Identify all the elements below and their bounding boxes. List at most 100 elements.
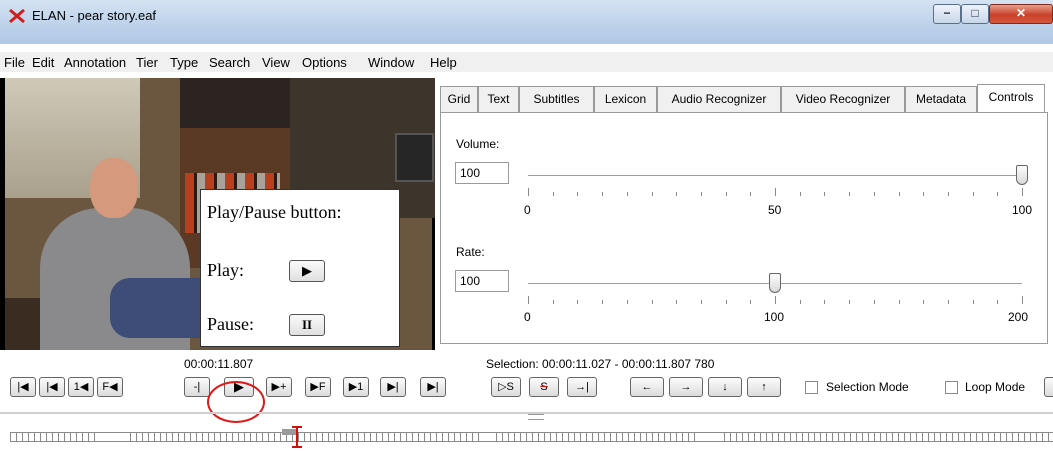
minimize-button[interactable]: − xyxy=(933,4,961,24)
next-pixel-button[interactable]: ▶+ xyxy=(266,377,292,397)
loop-mode-checkbox[interactable] xyxy=(945,381,958,394)
rate-slider-thumb[interactable] xyxy=(769,273,781,293)
timeline-gap xyxy=(98,432,128,442)
volume-label: Volume: xyxy=(456,137,500,151)
slider-tick xyxy=(800,192,801,196)
menu-help[interactable]: Help xyxy=(430,55,457,70)
slider-tick xyxy=(627,300,628,304)
menu-annotation[interactable]: Annotation xyxy=(64,55,126,70)
tab-audio-recognizer[interactable]: Audio Recognizer xyxy=(657,86,781,112)
slider-tick xyxy=(750,192,751,196)
next-scroll-view-button[interactable]: ▶| xyxy=(380,377,406,397)
next-frame-button[interactable]: ▶F xyxy=(305,377,331,397)
slider-tick xyxy=(652,192,653,196)
timeline-ruler[interactable] xyxy=(10,432,1053,442)
previous-scroll-view-button[interactable]: |◀ xyxy=(39,377,65,397)
slider-tick xyxy=(1022,296,1023,304)
tab-strip: Grid Text Subtitles Lexicon Audio Recogn… xyxy=(440,84,1053,112)
crosshair-cursor-top xyxy=(292,426,302,428)
slider-tick xyxy=(997,300,998,304)
slider-tick xyxy=(553,192,554,196)
menu-bar: File Edit Annotation Tier Type Search Vi… xyxy=(0,52,1053,72)
window-title: ELAN - pear story.eaf xyxy=(32,8,157,23)
menu-edit[interactable]: Edit xyxy=(32,55,54,70)
slider-tick xyxy=(553,300,554,304)
extra-control-button[interactable] xyxy=(1044,377,1053,397)
slider-tick xyxy=(652,300,653,304)
timeline-gap xyxy=(700,432,720,442)
tab-text[interactable]: Text xyxy=(478,86,519,112)
play-pause-callout: Play/Pause button: Play: ▶ Pause: II xyxy=(200,189,400,347)
menu-file[interactable]: File xyxy=(4,55,25,70)
slider-tick xyxy=(874,192,875,196)
slider-tick xyxy=(602,300,603,304)
previous-second-button[interactable]: 1◀ xyxy=(68,377,94,397)
panel-divider[interactable] xyxy=(0,412,1053,414)
tab-grid[interactable]: Grid xyxy=(440,86,478,112)
callout-play-label: Play: xyxy=(207,260,245,280)
slider-tick xyxy=(577,300,578,304)
menu-tier[interactable]: Tier xyxy=(136,55,158,70)
slider-tick xyxy=(750,300,751,304)
slider-tick xyxy=(849,300,850,304)
previous-frame-button[interactable]: F◀ xyxy=(97,377,123,397)
crosshair-cursor xyxy=(296,426,298,448)
tab-video-recognizer[interactable]: Video Recognizer xyxy=(781,86,905,112)
tab-metadata[interactable]: Metadata xyxy=(905,86,977,112)
slider-tick xyxy=(676,192,677,196)
slider-tick xyxy=(701,300,702,304)
move-to-selection-boundary-button[interactable]: →| xyxy=(567,377,597,397)
video-person-man-head xyxy=(90,158,138,218)
slider-tick xyxy=(726,192,727,196)
menu-search[interactable]: Search xyxy=(209,55,250,70)
highlight-circle xyxy=(207,381,265,423)
slider-tick xyxy=(528,296,529,304)
maximize-button[interactable]: □ xyxy=(961,4,989,24)
divider-grip-icon[interactable] xyxy=(528,414,544,420)
go-to-end-button[interactable]: ▶| xyxy=(420,377,446,397)
volume-slider-track[interactable] xyxy=(528,175,1022,176)
slider-tick xyxy=(923,192,924,196)
callout-pause-icon: II xyxy=(289,314,325,336)
next-annotation-button[interactable]: → xyxy=(669,377,703,397)
previous-pixel-button[interactable]: -| xyxy=(184,377,210,397)
slider-tick xyxy=(824,300,825,304)
go-to-begin-button[interactable]: |◀ xyxy=(10,377,36,397)
slider-tick xyxy=(923,300,924,304)
slider-tick xyxy=(602,192,603,196)
volume-field[interactable]: 100 xyxy=(455,162,509,184)
title-bar: ELAN - pear story.eaf − □ ✕ xyxy=(0,0,1053,44)
callout-pause-label: Pause: xyxy=(207,314,254,334)
annotation-down-button[interactable]: ↓ xyxy=(708,377,742,397)
media-time: 00:00:11.807 xyxy=(184,357,254,371)
menu-type[interactable]: Type xyxy=(170,55,198,70)
previous-annotation-button[interactable]: ← xyxy=(630,377,664,397)
rate-field[interactable]: 100 xyxy=(455,270,509,292)
slider-tick xyxy=(948,192,949,196)
tab-lexicon[interactable]: Lexicon xyxy=(594,86,657,112)
menu-options[interactable]: Options xyxy=(302,55,347,70)
clear-selection-button[interactable]: S xyxy=(529,377,559,397)
slider-tick xyxy=(899,300,900,304)
selection-mode-checkbox[interactable] xyxy=(805,381,818,394)
slider-tick xyxy=(726,300,727,304)
tab-controls[interactable]: Controls xyxy=(977,84,1045,112)
slider-tick xyxy=(899,192,900,196)
menu-view[interactable]: View xyxy=(262,55,290,70)
volume-slider-thumb[interactable] xyxy=(1016,165,1028,185)
tab-subtitles[interactable]: Subtitles xyxy=(519,86,594,112)
rate-label: Rate: xyxy=(456,245,485,259)
rate-max-label: 200 xyxy=(1008,310,1029,324)
next-second-button[interactable]: ▶1 xyxy=(343,377,369,397)
slider-tick xyxy=(849,192,850,196)
annotation-up-button[interactable]: ↑ xyxy=(747,377,781,397)
menu-window[interactable]: Window xyxy=(368,55,414,70)
video-shelf-top xyxy=(180,78,290,128)
volume-mid-label: 50 xyxy=(768,203,782,217)
close-button[interactable]: ✕ xyxy=(989,4,1053,24)
slider-tick xyxy=(824,192,825,196)
play-selection-button[interactable]: ▷S xyxy=(491,377,521,397)
callout-play-icon: ▶ xyxy=(289,260,325,282)
slider-tick xyxy=(997,192,998,196)
timeline-gap xyxy=(480,432,494,442)
